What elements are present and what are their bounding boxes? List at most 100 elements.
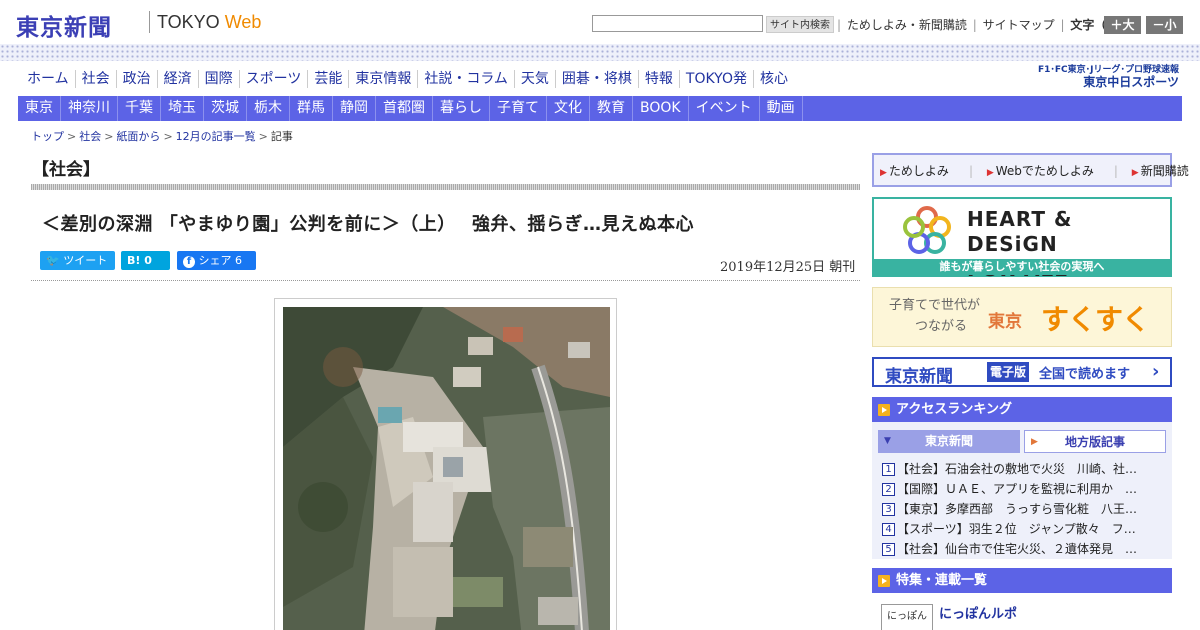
sukusuku-subtitle-2: つながる <box>915 319 968 334</box>
facebook-share-button[interactable]: f シェア 6 <box>177 251 256 270</box>
region-item-book[interactable]: BOOK <box>633 96 689 121</box>
triangle-right-icon: ▶ <box>1031 437 1038 447</box>
site-search-button[interactable]: サイト内検索 <box>766 16 834 33</box>
logo-tokyo-shimbun[interactable]: 東京新聞 <box>16 8 112 42</box>
nav-item-international[interactable]: 国際 <box>197 70 239 88</box>
ranking-item-text: 【東京】多摩西部 うっすら雪化粧 八王… <box>897 502 1138 516</box>
nav-item-economy[interactable]: 経済 <box>156 70 198 88</box>
breadcrumb-sep: > <box>258 130 268 143</box>
heart-design-banner[interactable]: HEART & DESiGNFOR ALL 誰もが暮らしやすい社会の実現へ <box>872 197 1172 281</box>
ranking-tab-label: 東京新聞 <box>924 434 973 448</box>
ranking-item[interactable]: 1 【社会】石油会社の敷地で火災 川崎、社… <box>882 459 1164 479</box>
ranking-tab-regional[interactable]: ▶ 地方版記事 <box>1024 430 1166 453</box>
facebook-share-count: 6 <box>235 254 242 267</box>
link-divider: | <box>1113 164 1118 178</box>
region-item-kosodate[interactable]: 子育て <box>490 96 547 121</box>
sidebar-link-subscribe[interactable]: ▶ 新聞購読 <box>1132 164 1199 178</box>
region-item-video[interactable]: 動画 <box>760 96 803 121</box>
nav-item-entertainment[interactable]: 芸能 <box>307 70 348 88</box>
rank-number: 5 <box>882 543 895 556</box>
nav-item-sports[interactable]: スポーツ <box>238 70 308 88</box>
region-item-shutoken[interactable]: 首都圏 <box>376 96 433 121</box>
logo-tokyo-web[interactable]: TOKYO Web <box>157 12 261 33</box>
feature-thumbnail[interactable]: にっぽん <box>881 604 933 630</box>
nav-item-igo-shogi[interactable]: 囲碁・将棋 <box>554 70 638 88</box>
digital-edition-banner[interactable]: 東京新聞 電子版 全国で読めます › <box>872 357 1172 387</box>
tokyo-sukusuku-banner[interactable]: 子育てで世代が つながる 東京 すくすく <box>872 287 1172 347</box>
region-item-kurashi[interactable]: 暮らし <box>433 96 490 121</box>
region-item-kyoiku[interactable]: 教育 <box>590 96 633 121</box>
breadcrumb-sep: > <box>104 130 114 143</box>
digital-edition-tag: 電子版 <box>987 362 1030 382</box>
heart-design-title-line1: HEART & DESiGN <box>967 207 1073 256</box>
region-item-tokyo[interactable]: 東京 <box>18 96 61 121</box>
font-smaller-button[interactable]: －小 <box>1146 16 1183 34</box>
site-search-input[interactable] <box>592 15 763 32</box>
nav-item-politics[interactable]: 政治 <box>115 70 157 88</box>
region-item-ibaraki[interactable]: 茨城 <box>204 96 247 121</box>
access-ranking-title: アクセスランキング <box>896 402 1012 417</box>
breadcrumb-society[interactable]: 社会 <box>79 130 101 143</box>
nav-item-tokyo-info[interactable]: 東京情報 <box>348 70 417 88</box>
nav-item-editorial[interactable]: 社説・コラム <box>417 70 514 88</box>
rank-number: 1 <box>882 463 895 476</box>
region-item-bunka[interactable]: 文化 <box>547 96 590 121</box>
nav-item-society[interactable]: 社会 <box>74 70 116 88</box>
header-link-sitemap[interactable]: サイトマップ <box>983 16 1055 33</box>
ranking-item-text: 【国際】ＵＡＥ、アプリを監視に利用か … <box>897 482 1138 496</box>
nav-item-tokyo-hatsu[interactable]: TOKYO発 <box>678 70 753 88</box>
breadcrumb-shimen[interactable]: 紙面から <box>116 130 160 143</box>
article-photo-aerial-view[interactable] <box>283 307 610 630</box>
region-item-saitama[interactable]: 埼玉 <box>161 96 204 121</box>
ranking-item[interactable]: 4 【スポーツ】羽生２位 ジャンプ散々 フ… <box>882 519 1164 539</box>
ranking-item[interactable]: 5 【社会】仙台市で住宅火災、２遺体発見 … <box>882 539 1164 559</box>
region-item-event[interactable]: イベント <box>689 96 760 121</box>
link-divider: | <box>1060 18 1065 32</box>
play-square-icon <box>878 575 890 587</box>
chevron-right-icon: › <box>1152 361 1160 382</box>
hatena-bookmark-button[interactable]: B! 0 <box>121 251 170 270</box>
region-item-kanagawa[interactable]: 神奈川 <box>61 96 118 121</box>
triangle-down-icon: ▼ <box>884 436 891 446</box>
sukusuku-title: すくすく <box>1041 303 1150 336</box>
region-item-tochigi[interactable]: 栃木 <box>247 96 290 121</box>
triangle-bullet-icon: ▶ <box>1131 168 1139 178</box>
header-link-trial-subscribe[interactable]: ためしよみ・新聞購読 <box>847 16 967 33</box>
breadcrumb-sep: > <box>163 130 173 143</box>
rank-number: 4 <box>882 523 895 536</box>
feature-list-header: 特集・連載一覧 <box>872 568 1172 593</box>
font-bigger-button[interactable]: ＋大 <box>1104 16 1141 34</box>
article-photo-frame <box>274 298 617 630</box>
rank-number: 2 <box>882 483 895 496</box>
feature-list-panel: にっぽん にっぽんルポ <box>872 593 1172 630</box>
site-header: 東京新聞 TOKYO Web サイト内検索 | ためしよみ・新聞購読 | サイト… <box>0 0 1200 44</box>
ranking-item[interactable]: 2 【国際】ＵＡＥ、アプリを監視に利用か … <box>882 479 1164 499</box>
region-item-gunma[interactable]: 群馬 <box>290 96 333 121</box>
sidebar-link-label: ためしよみ <box>888 164 949 178</box>
digital-edition-read: 全国で読めます <box>1039 367 1131 382</box>
feature-item-nippon-rupo[interactable]: にっぽんルポ <box>939 603 1017 622</box>
ranking-item[interactable]: 3 【東京】多摩西部 うっすら雪化粧 八王… <box>882 499 1164 519</box>
chunichi-sports-banner[interactable]: F1･FC東京･Jリーグ･プロ野球速報 東京中日スポーツ <box>1024 64 1179 88</box>
tweet-label: ツイート <box>63 254 108 267</box>
region-item-chiba[interactable]: 千葉 <box>118 96 161 121</box>
sidebar-link-label: 新聞購読 <box>1140 164 1189 178</box>
region-item-shizuoka[interactable]: 静岡 <box>333 96 376 121</box>
sidebar-link-web-tameshiyomi[interactable]: ▶ Webでためしよみ <box>987 164 1104 178</box>
nav-item-weather[interactable]: 天気 <box>513 70 555 88</box>
tweet-button[interactable]: 🐦 ツイート <box>40 251 115 270</box>
ranking-item-text: 【社会】石油会社の敷地で火災 川崎、社… <box>897 462 1138 476</box>
ranking-tab-tokyo-shimbun[interactable]: ▼ 東京新聞 <box>878 430 1020 453</box>
subscription-links-bar: ▶ ためしよみ | ▶ Webでためしよみ | ▶ 新聞購読 <box>872 153 1189 187</box>
sidebar-link-tameshiyomi[interactable]: ▶ ためしよみ <box>880 164 959 178</box>
nav-item-home[interactable]: ホーム <box>21 70 75 88</box>
breadcrumb-top[interactable]: トップ <box>31 130 64 143</box>
headline-divider <box>31 280 860 281</box>
nav-item-kakushin[interactable]: 核心 <box>752 70 794 88</box>
breadcrumb-month-list[interactable]: 12月の記事一覧 <box>176 130 256 143</box>
breadcrumb: トップ > 社会 > 紙面から >12月の記事一覧 > 記事 <box>31 128 293 144</box>
article-headline: ＜差別の深淵 「やまゆり園」公判を前に＞（上） 強弁、揺らぎ…見えぬ本心 <box>42 214 695 235</box>
section-divider <box>31 184 860 190</box>
heart-design-tagline: 誰もが暮らしやすい社会の実現へ <box>874 259 1170 275</box>
nav-item-tokuho[interactable]: 特報 <box>637 70 679 88</box>
